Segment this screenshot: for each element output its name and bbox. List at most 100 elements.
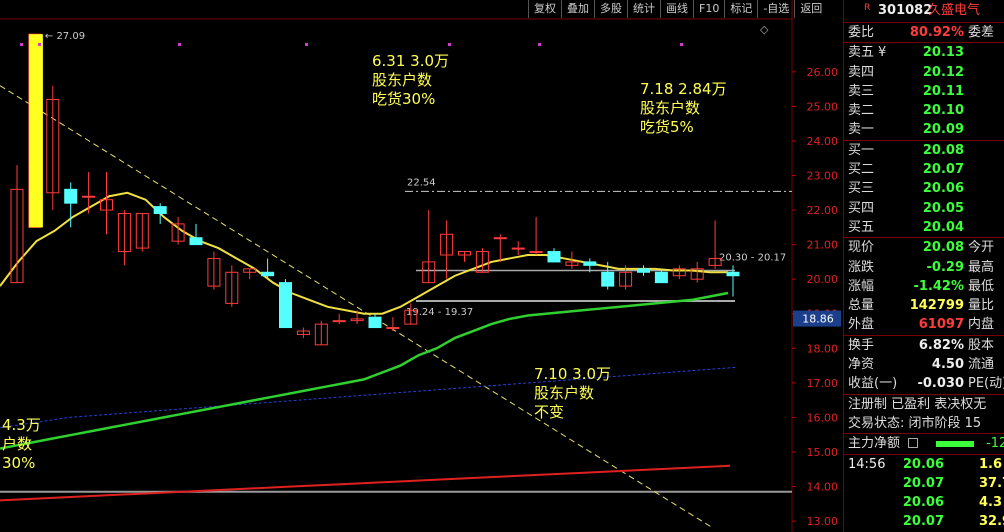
toolbar-button-6[interactable]: 标记 <box>724 0 757 18</box>
y-tick-label: 16.00 <box>807 411 839 424</box>
stats-row: 总量 142799 量比 <box>848 298 995 314</box>
stats-row: 涨幅 -1.42% 最低 <box>848 278 995 294</box>
bids-row: 买三 20.06 <box>848 181 964 197</box>
candle-body <box>189 237 203 246</box>
annotation-0631: 6.31 3.0万 股东户数 吃货30% <box>372 52 450 108</box>
asks-row: 卖五 ¥20.13 <box>848 45 964 61</box>
marker-dot <box>38 43 41 46</box>
y-tick-label: 15.00 <box>807 446 839 459</box>
stats-row: 涨跌 -0.29 最高 <box>848 259 995 275</box>
y-tick-label: 20.00 <box>807 273 839 286</box>
asks-row: 卖四 20.12 <box>848 64 964 80</box>
toolbar-button-4[interactable]: 画线 <box>660 0 693 18</box>
badge-r: R <box>864 3 871 13</box>
asks-row: 卖一 20.09 <box>848 122 964 138</box>
marker-dot <box>305 43 308 46</box>
y-tick-label: 26.00 <box>807 66 839 79</box>
range-high-label: 20.30 - 20.17 <box>719 253 786 264</box>
tick-list[interactable]: 14:5620.061.6 20.0737.7 20.064.3 20.0732.9 <box>844 455 1004 532</box>
candle-body <box>637 268 650 273</box>
stock-code: 301082 <box>878 3 933 18</box>
main-force-row: 主力净额 -12 <box>848 436 1004 452</box>
candle-body <box>82 195 96 198</box>
candle-body <box>601 271 615 287</box>
info-row-1: 注册制 已盈利 表决权无 <box>848 396 987 412</box>
bids-row: 买一 20.08 <box>848 142 964 158</box>
range-low-label: 19.24 - 19.37 <box>406 307 473 318</box>
tick-row: 14:56 20.06 1.6 <box>848 456 1003 472</box>
annotation-left: 4.3万 户数 30% <box>2 416 41 472</box>
bids-row: 买五 20.04 <box>848 219 964 235</box>
candle-body <box>654 271 668 284</box>
candle-body <box>261 271 275 277</box>
info-row-2: 交易状态: 闭市阶段 15 <box>848 415 982 431</box>
toolbar-button-2[interactable]: 多股 <box>594 0 627 18</box>
highlight-candle <box>28 34 43 228</box>
candle-body <box>386 327 400 330</box>
tick-row: 20.0732.9 <box>902 514 1004 530</box>
asks-row: 卖三 20.11 <box>848 83 964 99</box>
tick-row: 20.06 4.3 <box>902 495 1003 511</box>
candle-body <box>153 206 167 215</box>
ma-blue-line <box>0 366 737 429</box>
marker-dot <box>448 43 451 46</box>
bid-book: 买一 20.08 买二 20.07 买三 20.06 买四 20.05 买五 20.04 <box>844 141 1004 237</box>
weibi-row: 委比 80.92% 委差 <box>848 25 995 40</box>
candle-body <box>547 251 561 263</box>
high-label: ← 27.09 <box>45 31 85 42</box>
y-tick-label: 14.00 <box>807 481 839 494</box>
ma-red-line <box>0 464 731 502</box>
diamond-icon: ◇ <box>760 23 769 36</box>
toolbar-button-8[interactable]: 返回 <box>794 0 827 18</box>
y-tick-label: 17.00 <box>807 377 839 390</box>
stats-row: 现价 20.08 今开 <box>848 240 995 256</box>
y-tick-label: 24.00 <box>807 135 839 148</box>
stock-name: 久盛电气 <box>928 3 981 18</box>
bids-row: 买四 20.05 <box>848 200 964 216</box>
candle-body <box>368 316 382 329</box>
toolbar-button-1[interactable]: 叠加 <box>561 0 594 18</box>
marker-dot <box>20 43 23 46</box>
candle-body <box>583 261 597 266</box>
candle-body <box>511 247 525 250</box>
candle-body <box>332 320 346 323</box>
ma-yellow-line <box>0 191 728 315</box>
candle-body <box>493 237 507 240</box>
y-tick-label: 22.00 <box>807 204 839 217</box>
stock-header[interactable]: R 301082 久盛电气 <box>844 0 1004 22</box>
y-tick-label: 21.00 <box>807 239 839 252</box>
tick-row: 20.0737.7 <box>902 475 1004 491</box>
stats2-row: 换手 6.82% 股本 <box>848 337 995 353</box>
ask-book: 卖五 ¥20.13 卖四 20.12 卖三 20.11 卖二 20.10 卖一 20.09 <box>844 43 1004 139</box>
candle-body <box>726 271 740 277</box>
bids-row: 买二 20.07 <box>848 162 964 178</box>
y-tick-label: 13.00 <box>807 515 839 528</box>
level-label: 22.54 <box>407 177 436 188</box>
toolbar-button-3[interactable]: 统计 <box>627 0 660 18</box>
stats-block: 现价 20.08 今开 涨跌 -0.29 最高 涨幅 -1.42% 最低 总量 142799 量比 外盘… <box>844 238 1004 334</box>
table-icon[interactable] <box>908 438 918 449</box>
toolbar-button-0[interactable]: 复权 <box>528 0 561 18</box>
main-force-bar <box>936 441 974 448</box>
marker-dot <box>178 43 181 46</box>
chart-toolbar: 复权 叠加 多股 统计 画线 F10 标记 -自选 返回 <box>528 0 827 18</box>
stats-row: 外盘 61097 内盘 <box>848 317 995 333</box>
stats2-row: 收益(一) -0.030 PE(动) <box>848 376 1004 392</box>
candle-body <box>529 251 543 254</box>
y-tick-label: 25.00 <box>807 100 839 113</box>
marker-dot <box>680 43 683 46</box>
stats2-block: 换手 6.82% 股本 净资 4.50 流通 收益(一) -0.030 PE(动) <box>844 336 1004 394</box>
asks-row: 卖二 20.10 <box>848 103 964 119</box>
stats2-row: 净资 4.50 流通 <box>848 357 995 373</box>
annotation-0718: 7.18 2.84万 股东户数 吃货5% <box>640 80 727 136</box>
annotation-0710: 7.10 3.0万 股东户数 不变 <box>534 365 612 421</box>
y-tick-label: 18.00 <box>807 342 839 355</box>
marker-dot <box>538 43 541 46</box>
candle-body <box>279 282 292 329</box>
y-tick-label: 23.00 <box>807 170 839 183</box>
toolbar-button-7[interactable]: -自选 <box>757 0 794 18</box>
toolbar-button-5[interactable]: F10 <box>693 0 724 18</box>
quote-panel: R 301082 久盛电气 委比 80.92% 委差 卖五 ¥20.13 卖四 20.… <box>843 0 1004 532</box>
current-price-label: 18.86 <box>802 313 834 326</box>
ma-green-line <box>0 291 729 450</box>
